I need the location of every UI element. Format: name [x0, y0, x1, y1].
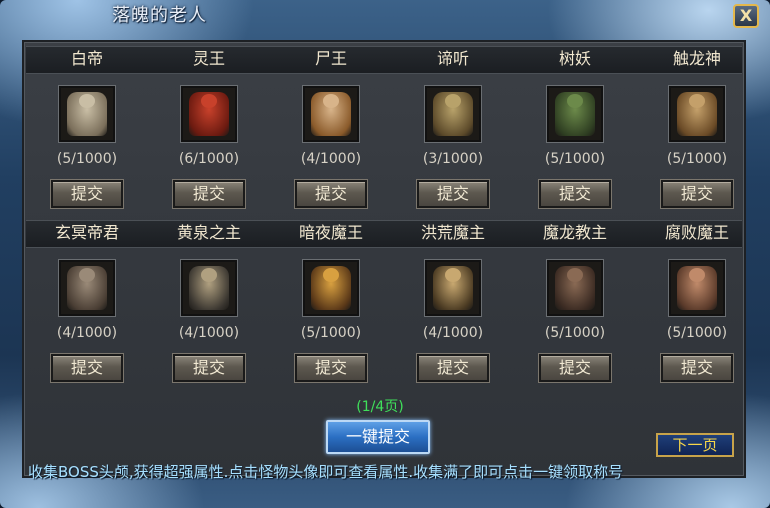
- collection-count: (5/1000): [666, 325, 728, 341]
- boss-portrait[interactable]: [669, 260, 725, 316]
- collection-count: (5/1000): [544, 325, 606, 341]
- boss-portrait[interactable]: [547, 260, 603, 316]
- collection-count: (6/1000): [178, 151, 240, 167]
- submit-button[interactable]: 提交: [539, 180, 611, 208]
- collection-count: (5/1000): [56, 151, 118, 167]
- collection-count: (4/1000): [178, 325, 240, 341]
- boss-name: 腐败魔王: [664, 223, 729, 242]
- boss-head-icon: [567, 94, 583, 108]
- boss-head-icon: [79, 268, 95, 282]
- boss-portrait[interactable]: [425, 86, 481, 142]
- boss-name: 玄冥帝君: [54, 223, 119, 242]
- collection-count: (5/1000): [544, 151, 606, 167]
- submit-button[interactable]: 提交: [295, 354, 367, 382]
- boss-head-icon: [689, 268, 705, 282]
- page-indicator: (1/4页): [356, 399, 404, 415]
- boss-name: 尸王: [314, 49, 347, 68]
- boss-portrait[interactable]: [303, 260, 359, 316]
- submit-button[interactable]: 提交: [173, 180, 245, 208]
- boss-name: 暗夜魔王: [298, 223, 363, 242]
- boss-head-icon: [201, 268, 217, 282]
- boss-portrait[interactable]: [181, 260, 237, 316]
- hint-text: 收集BOSS头颅,获得超强属性.点击怪物头像即可查看属性.收集满了即可点击一键领…: [28, 463, 624, 481]
- boss-portrait[interactable]: [59, 86, 115, 142]
- collection-count: (5/1000): [666, 151, 728, 167]
- window-title: 落魄的老人: [112, 5, 207, 26]
- submit-button[interactable]: 提交: [417, 354, 489, 382]
- submit-button[interactable]: 提交: [173, 354, 245, 382]
- collection-count: (4/1000): [56, 325, 118, 341]
- boss-name: 谛听: [436, 49, 469, 68]
- submit-button[interactable]: 提交: [51, 180, 123, 208]
- submit-button[interactable]: 提交: [539, 354, 611, 382]
- next-page-button[interactable]: 下一页: [656, 433, 734, 457]
- boss-name: 触龙神: [672, 49, 721, 68]
- boss-portrait[interactable]: [303, 86, 359, 142]
- close-button[interactable]: X: [733, 4, 759, 28]
- submit-button[interactable]: 提交: [661, 354, 733, 382]
- boss-head-icon: [445, 268, 461, 282]
- boss-portrait[interactable]: [181, 86, 237, 142]
- boss-name: 白帝: [70, 49, 103, 68]
- submit-button[interactable]: 提交: [295, 180, 367, 208]
- boss-name: 洪荒魔主: [420, 223, 485, 242]
- npc-dialog-window: 落魄的老人 X 白帝 (5/1000) 提交 灵王 (6/1000) 提交 尸王 (4/100…: [0, 0, 770, 508]
- one-key-submit-button[interactable]: 一键提交: [326, 420, 430, 454]
- boss-head-icon: [201, 94, 217, 108]
- boss-portrait[interactable]: [425, 260, 481, 316]
- boss-head-icon: [567, 268, 583, 282]
- submit-button[interactable]: 提交: [661, 180, 733, 208]
- boss-head-icon: [79, 94, 95, 108]
- collection-count: (3/1000): [422, 151, 484, 167]
- boss-head-icon: [689, 94, 705, 108]
- collection-count: (4/1000): [422, 325, 484, 341]
- collection-count: (4/1000): [300, 151, 362, 167]
- boss-head-icon: [445, 94, 461, 108]
- submit-button[interactable]: 提交: [51, 354, 123, 382]
- boss-name: 黄泉之主: [176, 223, 241, 242]
- boss-portrait[interactable]: [547, 86, 603, 142]
- boss-name: 树妖: [558, 49, 591, 68]
- collection-count: (5/1000): [300, 325, 362, 341]
- boss-head-icon: [323, 268, 339, 282]
- boss-portrait[interactable]: [669, 86, 725, 142]
- boss-portrait[interactable]: [59, 260, 115, 316]
- submit-button[interactable]: 提交: [417, 180, 489, 208]
- boss-head-icon: [323, 94, 339, 108]
- boss-name: 魔龙教主: [542, 223, 607, 242]
- boss-name: 灵王: [192, 49, 225, 68]
